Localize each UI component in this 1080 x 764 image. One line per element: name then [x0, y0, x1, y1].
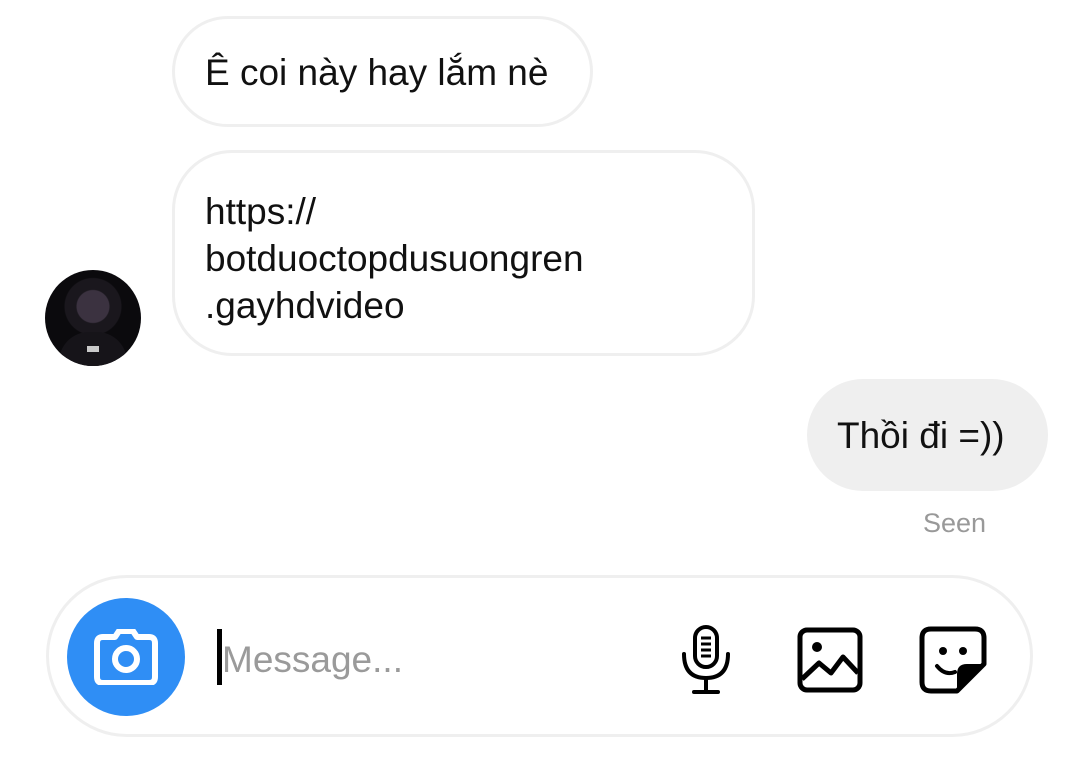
incoming-link-message-bubble[interactable]: https:// botduoctopdusuongren .gayhdvide…	[172, 150, 755, 356]
camera-icon	[94, 629, 158, 685]
avatar[interactable]	[45, 270, 141, 366]
voice-message-button[interactable]	[666, 620, 746, 700]
microphone-icon	[682, 625, 730, 694]
sticker-button[interactable]	[913, 620, 993, 700]
sticker-icon	[919, 626, 987, 694]
avatar-shirt-logo	[87, 346, 99, 352]
incoming-message-bubble[interactable]: Ê coi này hay lắm nè	[172, 16, 593, 127]
message-input[interactable]	[222, 632, 662, 688]
seen-status: Seen	[923, 508, 987, 538]
camera-button[interactable]	[67, 598, 185, 716]
outgoing-message-bubble[interactable]: Thồi đi =))	[807, 379, 1048, 491]
gallery-button[interactable]	[790, 620, 870, 700]
image-icon	[797, 627, 863, 693]
message-composer	[46, 575, 1033, 737]
